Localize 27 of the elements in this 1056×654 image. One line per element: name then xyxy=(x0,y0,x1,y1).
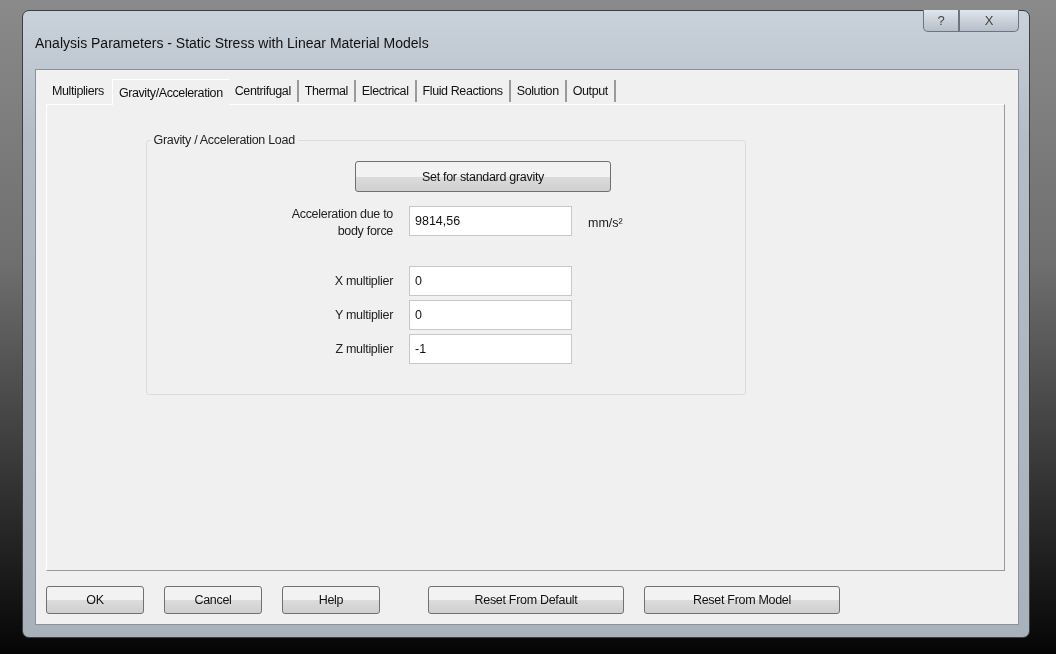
help-button[interactable]: ? xyxy=(923,10,959,32)
tab[interactable]: Gravity/Acceleration xyxy=(111,79,229,105)
window-title: Analysis Parameters - Static Stress with Linear Material Models xyxy=(35,35,429,51)
tab[interactable]: Output xyxy=(566,80,616,102)
dialog-button[interactable]: Reset From Default xyxy=(428,586,624,614)
field-label: X multiplier xyxy=(333,272,393,290)
input-field[interactable]: 0 xyxy=(409,266,572,296)
unit-label: mm/s² xyxy=(588,216,624,230)
tab[interactable]: Thermal xyxy=(298,80,356,102)
input-field[interactable]: 0 xyxy=(409,300,572,330)
dialog-button[interactable]: Cancel xyxy=(164,586,262,614)
input-field[interactable]: -1 xyxy=(409,334,572,364)
group-title: Gravity / Acceleration Load xyxy=(152,133,296,147)
field-label: Y multiplier xyxy=(334,306,393,324)
input-field[interactable]: 9814,56 xyxy=(409,206,572,236)
tab[interactable]: Solution xyxy=(510,80,567,102)
dialog-button[interactable]: Help xyxy=(282,586,380,614)
tab[interactable]: Electrical xyxy=(355,80,417,102)
standard-gravity-button[interactable]: Set for standard gravity xyxy=(355,161,611,192)
tab[interactable]: Multipliers xyxy=(46,80,110,102)
tab[interactable]: Centrifugal xyxy=(228,80,299,102)
field-label: Z multiplier xyxy=(334,340,393,358)
close-button[interactable]: X xyxy=(959,10,1019,32)
dialog-button[interactable]: OK xyxy=(46,586,144,614)
tab[interactable]: Fluid Reactions xyxy=(416,80,511,102)
dialog-button[interactable]: Reset From Model xyxy=(644,586,840,614)
field-label: Acceleration due to body force xyxy=(290,206,393,240)
